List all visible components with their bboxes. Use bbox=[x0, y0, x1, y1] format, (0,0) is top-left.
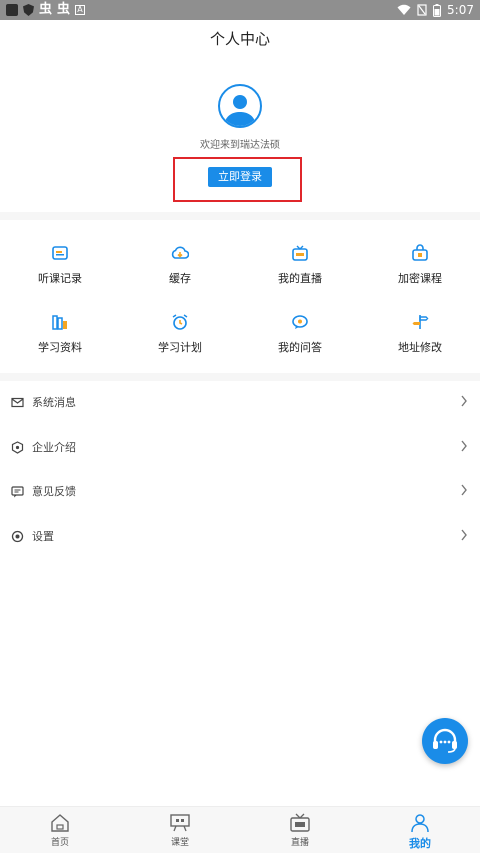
menu-label: 意见反馈 bbox=[32, 485, 76, 498]
grid-label: 地址修改 bbox=[398, 341, 442, 354]
tab-label: 首页 bbox=[50, 838, 69, 848]
grid-item-study-plan[interactable]: 学习计划 bbox=[120, 313, 240, 355]
grid-item-cache[interactable]: 缓存 bbox=[120, 244, 240, 286]
chevron-right-icon bbox=[461, 440, 467, 452]
bug-icon: 虫 bbox=[39, 2, 53, 17]
tv-icon bbox=[290, 813, 310, 832]
wifi-icon bbox=[397, 4, 411, 15]
menu-item-feedback[interactable]: 意见反馈 bbox=[0, 470, 480, 514]
chevron-right-icon bbox=[461, 484, 467, 496]
tab-label: 课堂 bbox=[170, 838, 189, 848]
grid-label: 学习计划 bbox=[158, 341, 202, 354]
menu-label: 设置 bbox=[32, 530, 54, 543]
section-divider bbox=[0, 373, 480, 381]
menu-label: 系统消息 bbox=[32, 396, 76, 409]
grid-item-my-live[interactable]: 我的直播 bbox=[240, 244, 360, 286]
a-icon: A bbox=[75, 5, 86, 15]
grid-item-address-edit[interactable]: 地址修改 bbox=[360, 313, 480, 355]
grid-label: 学习资料 bbox=[38, 341, 82, 354]
status-time: 5:07 bbox=[447, 3, 474, 17]
bug-icon: 虫 bbox=[57, 2, 71, 17]
tab-home[interactable]: 首页 bbox=[30, 813, 90, 848]
cloud-download-icon bbox=[171, 246, 189, 259]
profile-icon bbox=[411, 814, 429, 833]
grid-item-my-qa[interactable]: 我的问答 bbox=[240, 313, 360, 355]
chevron-right-icon bbox=[461, 529, 467, 541]
mail-icon bbox=[11, 397, 24, 408]
customer-service-button[interactable] bbox=[422, 718, 468, 764]
headset-icon bbox=[433, 728, 457, 753]
menu-item-system-messages[interactable]: 系统消息 bbox=[0, 381, 480, 425]
classroom-icon bbox=[170, 814, 190, 832]
qa-icon bbox=[292, 315, 308, 329]
alarm-icon bbox=[172, 314, 188, 330]
feedback-icon bbox=[11, 486, 24, 498]
battery-icon bbox=[433, 3, 442, 17]
menu-item-company-intro[interactable]: 企业介绍 bbox=[0, 426, 480, 470]
grid-label: 我的问答 bbox=[278, 341, 322, 354]
grid-item-encrypted-course[interactable]: 加密课程 bbox=[360, 244, 480, 286]
avatar[interactable] bbox=[218, 84, 262, 128]
menu-item-settings[interactable]: 设置 bbox=[0, 515, 480, 559]
grid-label: 我的直播 bbox=[278, 272, 322, 285]
grid-label: 缓存 bbox=[169, 272, 191, 285]
record-icon bbox=[52, 246, 68, 260]
app-icon bbox=[6, 4, 18, 16]
no-sim-icon bbox=[417, 4, 427, 16]
tab-label: 我的 bbox=[409, 837, 431, 850]
settings-icon bbox=[11, 530, 24, 543]
company-icon bbox=[11, 441, 24, 454]
tab-classroom[interactable]: 课堂 bbox=[150, 813, 210, 848]
bottom-tab-bar: 首页 课堂 直播 我的 bbox=[0, 806, 480, 853]
live-tv-icon bbox=[292, 245, 308, 261]
chevron-right-icon bbox=[461, 395, 467, 407]
tab-live[interactable]: 直播 bbox=[270, 813, 330, 848]
tab-mine[interactable]: 我的 bbox=[390, 813, 450, 851]
page-title: 个人中心 bbox=[209, 30, 270, 48]
grid-label: 加密课程 bbox=[398, 272, 442, 285]
lock-bag-icon bbox=[412, 244, 428, 261]
home-icon bbox=[51, 814, 69, 832]
menu-label: 企业介绍 bbox=[32, 441, 76, 454]
books-icon bbox=[52, 315, 67, 330]
section-divider bbox=[0, 212, 480, 220]
shield-icon bbox=[23, 4, 34, 16]
grid-item-listen-record[interactable]: 听课记录 bbox=[0, 244, 120, 286]
grid-item-study-materials[interactable]: 学习资料 bbox=[0, 313, 120, 355]
signpost-icon bbox=[412, 315, 429, 329]
grid-label: 听课记录 bbox=[38, 272, 82, 285]
welcome-text: 欢迎来到瑞达法硕 bbox=[200, 140, 280, 151]
login-button[interactable]: 立即登录 bbox=[208, 167, 272, 187]
user-avatar-icon bbox=[224, 95, 256, 126]
status-bar: 虫 虫 A 5:07 bbox=[0, 0, 480, 20]
tab-label: 直播 bbox=[290, 838, 309, 848]
